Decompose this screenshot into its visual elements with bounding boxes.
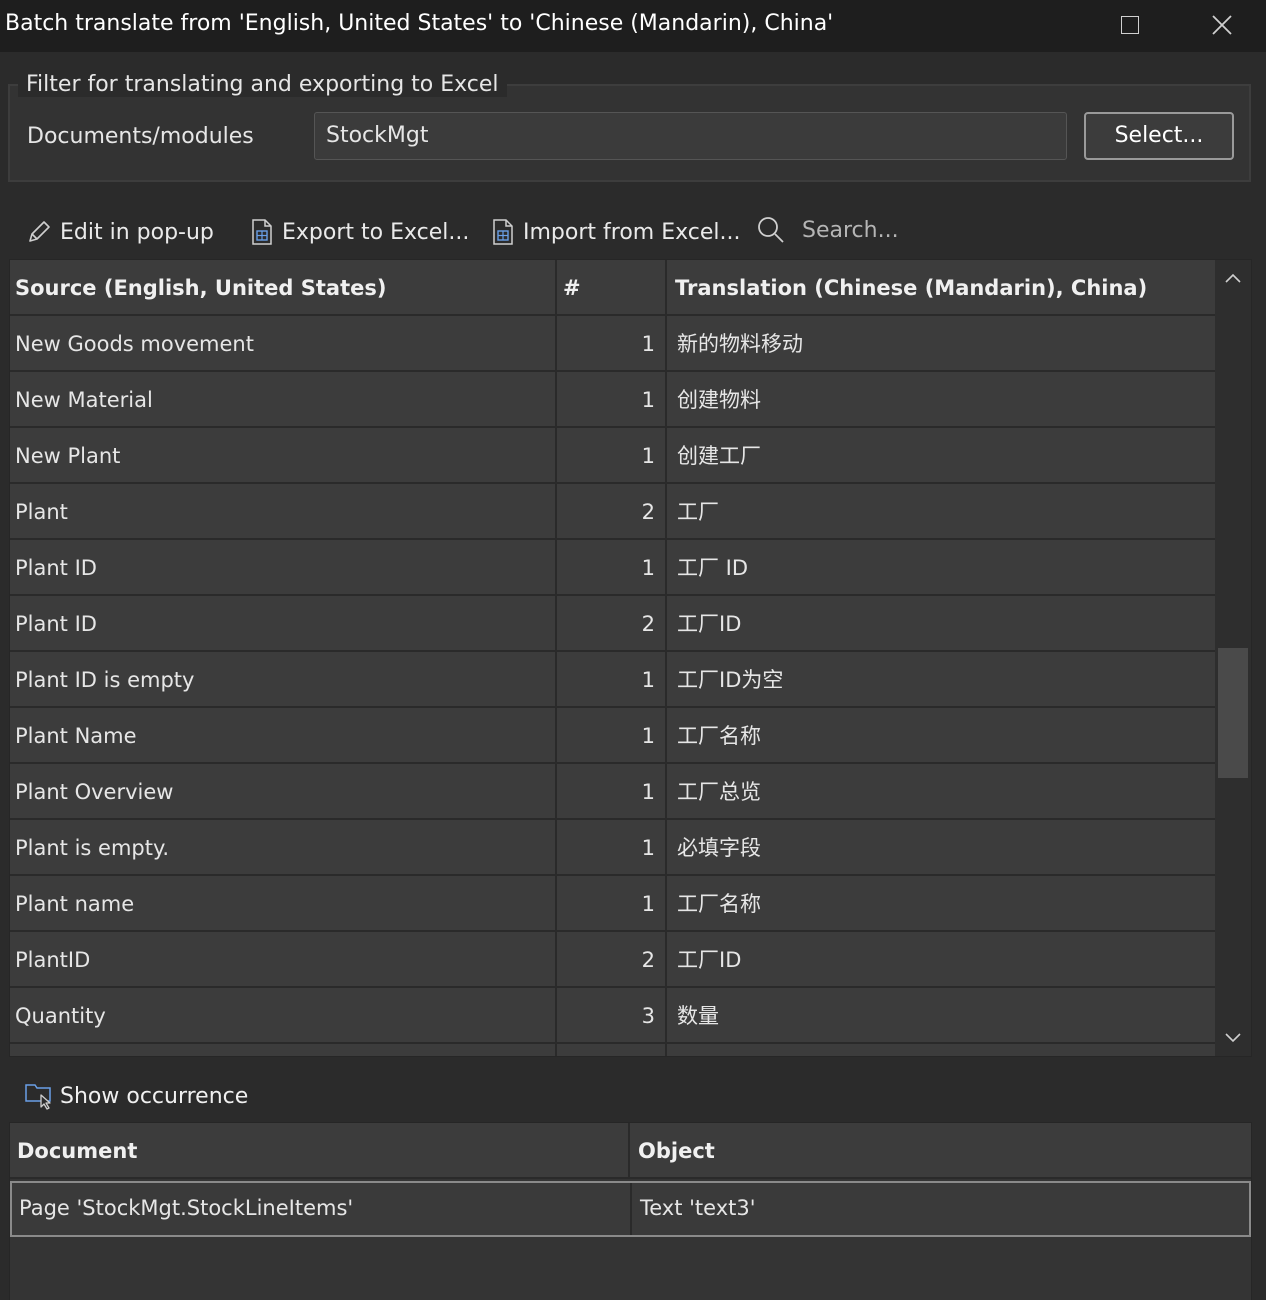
translation-cell[interactable]: 创建工厂 [667, 428, 1215, 482]
scroll-thumb[interactable] [1218, 648, 1248, 778]
count-cell: 3 [557, 988, 667, 1042]
source-cell: Plant ID is empty [10, 652, 557, 706]
translation-cell[interactable]: 新的物料移动 [667, 316, 1215, 370]
maximize-icon [1121, 16, 1139, 34]
translation-cell[interactable]: 工厂 ID [667, 540, 1215, 594]
search-input[interactable]: Search... [756, 210, 899, 250]
source-cell: Plant ID [10, 540, 557, 594]
table-row[interactable]: New Plant 1 创建工厂 [10, 428, 1215, 484]
documents-field[interactable]: StockMgt [314, 112, 1067, 160]
source-cell: Plant name [10, 876, 557, 930]
object-cell: Text 'text3' [640, 1196, 756, 1220]
count-cell: 1 [557, 820, 667, 874]
column-header-count[interactable]: # [557, 260, 667, 314]
filter-legend: Filter for translating and exporting to … [18, 72, 507, 97]
translation-cell[interactable]: 工厂ID [667, 596, 1215, 650]
source-cell: Quantity [10, 988, 557, 1042]
source-cell: Plant Name [10, 708, 557, 762]
export-to-excel-label: Export to Excel... [282, 219, 470, 245]
translation-cell[interactable]: 工厂名称 [667, 708, 1215, 762]
search-icon [758, 217, 784, 243]
pencil-icon [29, 221, 50, 242]
table-row[interactable]: PlantID 2 工厂ID [10, 932, 1215, 988]
vertical-scrollbar[interactable] [1215, 260, 1251, 1056]
column-header-object[interactable]: Object [630, 1123, 1251, 1177]
scroll-down-button[interactable] [1223, 1028, 1243, 1048]
translation-cell[interactable]: 工厂名称 [667, 876, 1215, 930]
count-cell: 1 [557, 876, 667, 930]
table-row[interactable]: Page 'StockMgt.StockLineItems' Text 'tex… [10, 1181, 1251, 1237]
table-row[interactable] [10, 1044, 1215, 1056]
import-from-excel-label: Import from Excel... [523, 219, 741, 245]
search-placeholder: Search... [802, 217, 899, 243]
table-row[interactable]: Plant ID 2 工厂ID [10, 596, 1215, 652]
source-cell: New Material [10, 372, 557, 426]
translation-cell[interactable]: 工厂ID [667, 932, 1215, 986]
source-cell: New Goods movement [10, 316, 557, 370]
column-header-translation[interactable]: Translation (Chinese (Mandarin), China) [667, 260, 1215, 314]
occurrence-grid: Document Object Page 'StockMgt.StockLine… [9, 1122, 1252, 1300]
table-row[interactable]: Plant ID is empty 1 工厂ID为空 [10, 652, 1215, 708]
source-cell: PlantID [10, 932, 557, 986]
table-row[interactable]: Plant ID 1 工厂 ID [10, 540, 1215, 596]
source-cell: New Plant [10, 428, 557, 482]
count-cell [557, 1044, 667, 1056]
translation-cell[interactable]: 工厂总览 [667, 764, 1215, 818]
count-cell: 1 [557, 540, 667, 594]
count-cell: 1 [557, 652, 667, 706]
table-row[interactable]: Quantity 3 数量 [10, 988, 1215, 1044]
table-row[interactable]: Plant Overview 1 工厂总览 [10, 764, 1215, 820]
import-from-excel-button[interactable]: Import from Excel... [491, 212, 740, 252]
count-cell: 2 [557, 596, 667, 650]
count-cell: 1 [557, 428, 667, 482]
translation-cell[interactable]: 必填字段 [667, 820, 1215, 874]
table-row[interactable]: Plant name 1 工厂名称 [10, 876, 1215, 932]
column-header-source[interactable]: Source (English, United States) [10, 260, 557, 314]
translation-cell[interactable]: 工厂ID为空 [667, 652, 1215, 706]
title-bar: Batch translate from 'English, United St… [0, 0, 1266, 52]
grid-header: Source (English, United States) # Transl… [10, 260, 1215, 316]
count-cell: 2 [557, 484, 667, 538]
close-button[interactable] [1176, 0, 1266, 50]
chevron-down-icon [1225, 1033, 1241, 1043]
show-occurrence-button[interactable]: Show occurrence [24, 1076, 248, 1116]
source-cell: Plant ID [10, 596, 557, 650]
translation-grid: Source (English, United States) # Transl… [9, 259, 1252, 1057]
excel-file-icon [493, 219, 513, 245]
edit-in-popup-label: Edit in pop-up [60, 219, 214, 245]
table-row[interactable]: Plant 2 工厂 [10, 484, 1215, 540]
chevron-up-icon [1225, 273, 1241, 283]
source-cell: Plant [10, 484, 557, 538]
close-icon [1212, 15, 1232, 35]
show-occurrence-label: Show occurrence [60, 1083, 249, 1109]
column-header-document[interactable]: Document [10, 1123, 630, 1177]
translation-cell[interactable]: 工厂 [667, 484, 1215, 538]
source-cell: Plant is empty. [10, 820, 557, 874]
documents-label: Documents/modules [27, 124, 254, 149]
folder-pointer-icon [25, 1084, 51, 1110]
count-cell: 1 [557, 316, 667, 370]
table-row[interactable]: New Goods movement 1 新的物料移动 [10, 316, 1215, 372]
table-row[interactable]: Plant is empty. 1 必填字段 [10, 820, 1215, 876]
excel-file-icon [252, 219, 272, 245]
table-row[interactable]: New Material 1 创建物料 [10, 372, 1215, 428]
table-row[interactable]: Plant Name 1 工厂名称 [10, 708, 1215, 764]
edit-in-popup-button[interactable]: Edit in pop-up [26, 212, 214, 252]
translation-cell[interactable] [667, 1044, 1215, 1056]
maximize-button[interactable] [1084, 0, 1176, 50]
translation-cell[interactable]: 数量 [667, 988, 1215, 1042]
document-cell: Page 'StockMgt.StockLineItems' [12, 1183, 632, 1235]
count-cell: 1 [557, 708, 667, 762]
count-cell: 2 [557, 932, 667, 986]
count-cell: 1 [557, 764, 667, 818]
source-cell [10, 1044, 557, 1056]
translation-cell[interactable]: 创建物料 [667, 372, 1215, 426]
count-cell: 1 [557, 372, 667, 426]
window-title: Batch translate from 'English, United St… [5, 11, 834, 36]
occurrence-grid-header: Document Object [10, 1123, 1251, 1179]
export-to-excel-button[interactable]: Export to Excel... [250, 212, 469, 252]
scroll-up-button[interactable] [1223, 268, 1243, 288]
select-button[interactable]: Select... [1084, 112, 1234, 160]
source-cell: Plant Overview [10, 764, 557, 818]
